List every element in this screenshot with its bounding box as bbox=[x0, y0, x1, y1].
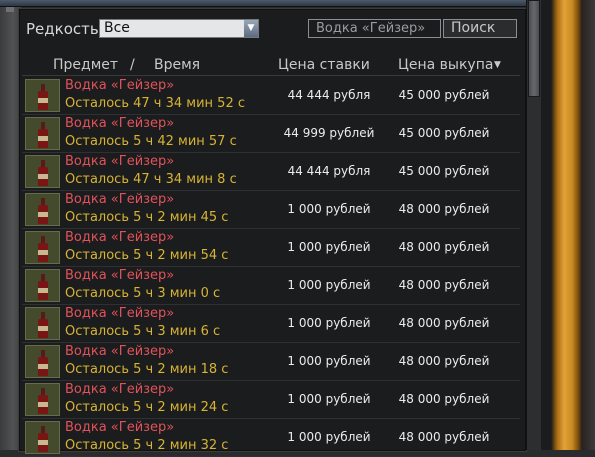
item-name: Водка «Гейзер» bbox=[65, 116, 175, 131]
window-title-bar bbox=[0, 0, 530, 7]
time-left: Осталось 5 ч 2 мин 24 с bbox=[65, 400, 229, 415]
time-left: Осталось 5 ч 42 мин 57 с bbox=[65, 134, 237, 149]
table-row[interactable]: Водка «Гейзер» Осталось 5 ч 2 мин 18 с 1… bbox=[22, 343, 520, 381]
vodka-bottle-icon bbox=[25, 117, 60, 150]
table-row[interactable]: Водка «Гейзер» Осталось 5 ч 2 мин 24 с 1… bbox=[22, 381, 520, 419]
item-name: Водка «Гейзер» bbox=[65, 192, 175, 207]
buyout-price: 45 000 рублей bbox=[398, 126, 490, 140]
buyout-price: 45 000 рублей bbox=[398, 164, 490, 178]
table-row[interactable]: Водка «Гейзер» Осталось 5 ч 42 мин 57 с … bbox=[22, 115, 520, 153]
buyout-price: 48 000 рублей bbox=[398, 278, 490, 292]
time-left: Осталось 47 ч 34 мин 52 с bbox=[65, 96, 245, 111]
buyout-price: 48 000 рублей bbox=[398, 354, 490, 368]
vodka-bottle-icon bbox=[25, 345, 60, 378]
column-header-bid[interactable]: Цена ставки bbox=[278, 57, 370, 73]
bid-price: 44 444 рубля bbox=[287, 88, 371, 102]
rarity-label: Редкость bbox=[26, 20, 99, 38]
bid-price: 1 000 рублей bbox=[287, 240, 371, 254]
orange-frame bbox=[551, 0, 595, 450]
item-name: Водка «Гейзер» bbox=[65, 154, 175, 169]
vodka-bottle-icon bbox=[25, 79, 60, 112]
table-row[interactable]: Водка «Гейзер» Осталось 47 ч 34 мин 52 с… bbox=[22, 77, 520, 115]
time-left: Осталось 5 ч 2 мин 18 с bbox=[65, 362, 229, 377]
header-divider bbox=[22, 75, 520, 76]
search-input[interactable]: Водка «Гейзер» bbox=[308, 19, 441, 38]
vodka-bottle-icon bbox=[25, 155, 60, 188]
item-name: Водка «Гейзер» bbox=[65, 382, 175, 397]
buyout-price: 48 000 рублей bbox=[398, 316, 490, 330]
search-button[interactable]: Поиск bbox=[443, 19, 517, 38]
vodka-bottle-icon bbox=[25, 231, 60, 264]
column-header-time[interactable]: Время bbox=[154, 57, 200, 73]
time-left: Осталось 47 ч 34 мин 8 с bbox=[65, 172, 237, 187]
item-name: Водка «Гейзер» bbox=[65, 230, 175, 245]
sort-descending-icon[interactable]: ▼ bbox=[494, 60, 501, 70]
item-name: Водка «Гейзер» bbox=[65, 344, 175, 359]
bid-price: 1 000 рублей bbox=[287, 430, 371, 444]
rarity-select-value: Все bbox=[104, 20, 130, 36]
bid-price: 1 000 рублей bbox=[287, 392, 371, 406]
time-left: Осталось 5 ч 3 мин 6 с bbox=[65, 324, 221, 339]
scrollbar-thumb[interactable] bbox=[528, 0, 540, 97]
bid-price: 1 000 рублей bbox=[287, 202, 371, 216]
vodka-bottle-icon bbox=[25, 269, 60, 302]
bid-price: 1 000 рублей bbox=[287, 354, 371, 368]
frame-divider bbox=[541, 0, 551, 450]
column-header-buyout[interactable]: Цена выкупа bbox=[398, 57, 493, 73]
item-name: Водка «Гейзер» bbox=[65, 420, 175, 435]
table-row[interactable]: Водка «Гейзер» Осталось 5 ч 2 мин 54 с 1… bbox=[22, 229, 520, 267]
table-row[interactable]: Водка «Гейзер» Осталось 5 ч 3 мин 6 с 1 … bbox=[22, 305, 520, 343]
time-left: Осталось 5 ч 2 мин 54 с bbox=[65, 248, 229, 263]
time-left: Осталось 5 ч 2 мин 32 с bbox=[65, 438, 229, 453]
vodka-bottle-icon bbox=[25, 193, 60, 226]
time-left: Осталось 5 ч 2 мин 45 с bbox=[65, 210, 229, 225]
buyout-price: 48 000 рублей bbox=[398, 240, 490, 254]
column-header-separator: / bbox=[130, 57, 135, 73]
bid-price: 44 999 рублей bbox=[283, 126, 375, 140]
item-name: Водка «Гейзер» bbox=[65, 268, 175, 283]
vodka-bottle-icon bbox=[25, 383, 60, 416]
item-name: Водка «Гейзер» bbox=[65, 78, 175, 93]
bid-price: 1 000 рублей bbox=[287, 278, 371, 292]
buyout-price: 48 000 рублей bbox=[398, 430, 490, 444]
rarity-filter: Редкость bbox=[26, 19, 99, 39]
vodka-bottle-icon bbox=[25, 421, 60, 454]
dropdown-arrow-icon[interactable]: ▼ bbox=[244, 20, 258, 37]
buyout-price: 45 000 рублей bbox=[398, 88, 490, 102]
buyout-price: 48 000 рублей bbox=[398, 392, 490, 406]
auction-list: Водка «Гейзер» Осталось 47 ч 34 мин 52 с… bbox=[22, 77, 520, 457]
column-header-item[interactable]: Предмет bbox=[53, 57, 118, 73]
bid-price: 44 444 рубля bbox=[287, 164, 371, 178]
vodka-bottle-icon bbox=[25, 307, 60, 340]
table-row[interactable]: Водка «Гейзер» Осталось 47 ч 34 мин 8 с … bbox=[22, 153, 520, 191]
bid-price: 1 000 рублей bbox=[287, 316, 371, 330]
buyout-price: 48 000 рублей bbox=[398, 202, 490, 216]
table-row[interactable]: Водка «Гейзер» Осталось 5 ч 3 мин 0 с 1 … bbox=[22, 267, 520, 305]
table-row[interactable]: Водка «Гейзер» Осталось 5 ч 2 мин 45 с 1… bbox=[22, 191, 520, 229]
search-button-label: Поиск bbox=[451, 20, 496, 36]
item-name: Водка «Гейзер» bbox=[65, 306, 175, 321]
rarity-select[interactable]: Все ▼ bbox=[99, 19, 259, 38]
table-row[interactable]: Водка «Гейзер» Осталось 5 ч 2 мин 32 с 1… bbox=[22, 419, 520, 457]
time-left: Осталось 5 ч 3 мин 0 с bbox=[65, 286, 221, 301]
